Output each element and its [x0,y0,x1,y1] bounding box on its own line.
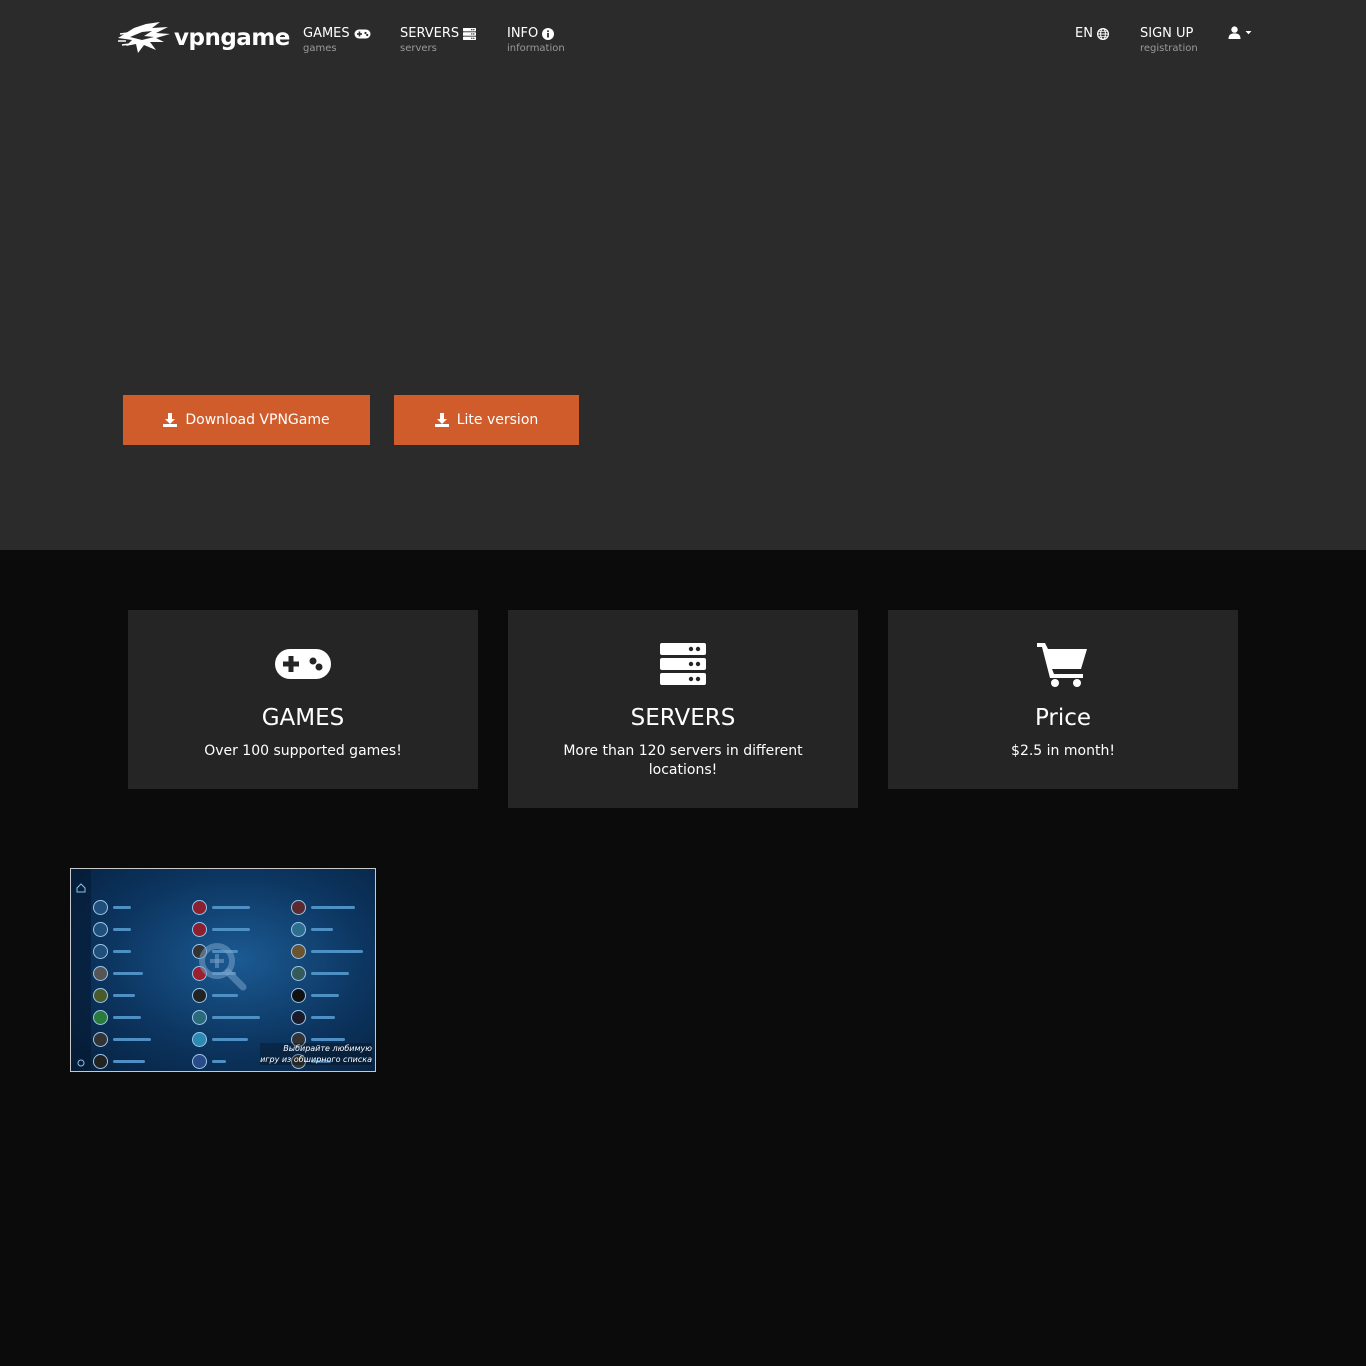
feature-price-desc: $2.5 in month! [1011,743,1115,759]
app-screenshot-thumbnail[interactable]: Выбирайте любимую игру из обширного спис… [70,868,376,1072]
nav-info-label: INFO [507,26,539,41]
feature-price-title: Price [1034,705,1092,731]
info-circle-icon [542,27,555,40]
gamepad-icon [275,649,331,679]
cart-icon [1037,643,1087,687]
screenshot-caption: Выбирайте любимую игру из обширного спис… [260,1043,372,1065]
nav-servers[interactable]: SERVERS servers [400,26,477,56]
dragon-logo-icon [118,22,170,53]
nav-games[interactable]: GAMES games [303,26,371,56]
feature-servers-desc: More than 120 servers in different locat… [563,743,803,778]
logo-text: vpngame [174,25,290,51]
download-icon [163,413,178,427]
lite-version-button[interactable]: Lite version [394,395,579,445]
nav-games-sub: games [303,43,337,54]
user-icon [1228,26,1241,39]
nav-info[interactable]: INFO information [507,26,565,56]
server-icon [660,643,706,685]
nav-servers-label: SERVERS [400,26,460,41]
feature-card-servers: SERVERS More than 120 servers in differe… [508,610,858,808]
screenshot-caption-line2: игру из обширного списка [260,1055,372,1064]
zoom-in-icon [199,943,247,991]
language-switcher[interactable]: EN [1075,26,1109,41]
nav-signup-label: SIGN UP [1140,26,1194,41]
feature-card-games: GAMES Over 100 supported games! [128,610,478,789]
nav-signup[interactable]: SIGN UP registration [1140,26,1198,56]
nav-info-sub: information [507,43,565,54]
screenshot-caption-line1: Выбирайте любимую [283,1044,372,1053]
hero-section: vpngame GAMES games SERVERS servers INFO… [0,0,1366,550]
logo[interactable]: vpngame [116,20,290,56]
download-button-label: Download VPNGame [185,412,330,428]
gamepad-icon [354,29,371,38]
settings-icon [77,1059,85,1067]
feature-games-title: GAMES [261,705,345,731]
feature-servers-title: SERVERS [630,705,736,731]
caret-down-icon [1245,31,1252,35]
nav-servers-sub: servers [400,43,437,54]
user-menu-toggle[interactable] [1228,26,1252,39]
download-icon [434,413,449,427]
download-button[interactable]: Download VPNGame [123,395,370,445]
nav-signup-sub: registration [1140,43,1198,54]
server-icon [463,27,477,40]
globe-icon [1096,27,1109,40]
nav-games-label: GAMES [303,26,350,41]
lite-version-button-label: Lite version [456,412,539,428]
language-label: EN [1075,26,1093,41]
screenshot-sidebar [71,869,91,1071]
feature-card-price: Price $2.5 in month! [888,610,1238,789]
home-icon [76,883,86,893]
feature-games-desc: Over 100 supported games! [204,743,402,759]
